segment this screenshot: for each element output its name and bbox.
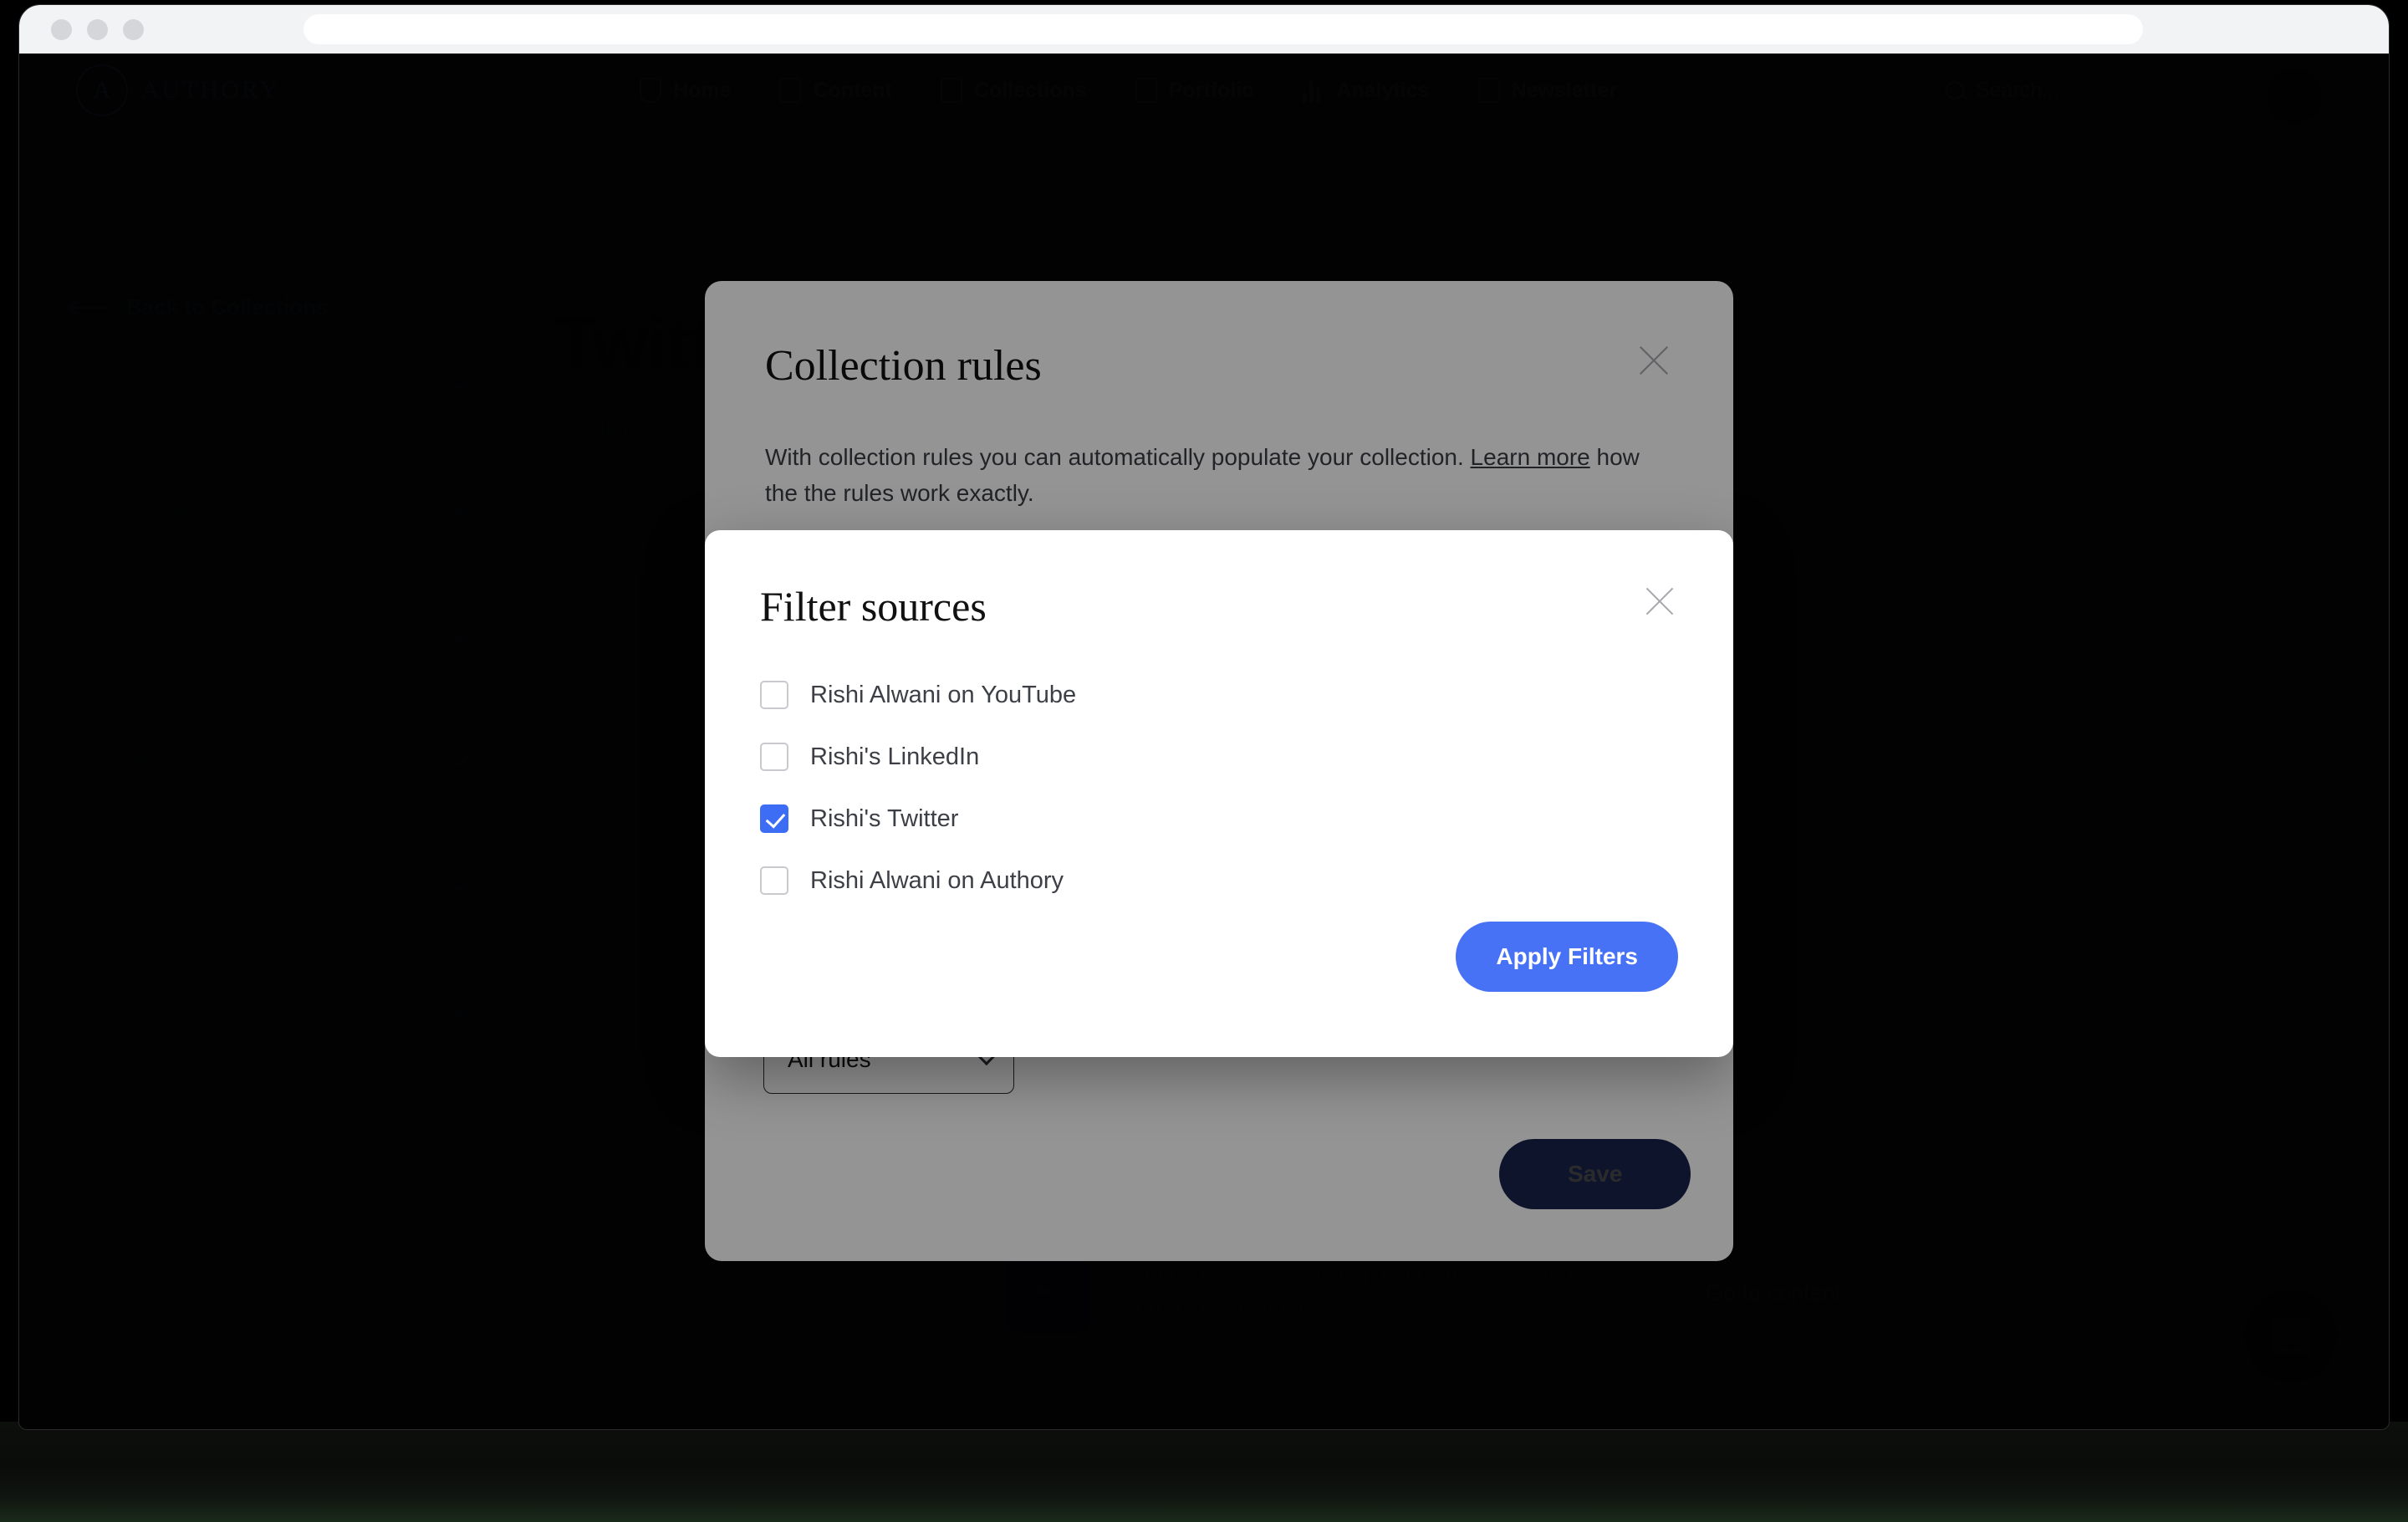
url-bar[interactable] [304,14,2143,44]
maximize-window-dot[interactable] [123,18,144,40]
filter-source-row-youtube[interactable]: Rishi Alwani on YouTube [760,664,1596,726]
filter-source-label: Rishi's LinkedIn [810,743,980,770]
laptop-device: A AUTHORY Home Content Collections [0,0,2408,1522]
filter-source-row-linkedin[interactable]: Rishi's LinkedIn [760,726,1596,788]
filter-sources-title: Filter sources [760,583,987,630]
close-icon[interactable] [1641,583,1678,620]
apply-filters-button[interactable]: Apply Filters [1456,922,1678,992]
minimize-window-dot[interactable] [87,18,108,40]
filter-source-row-twitter[interactable]: Rishi's Twitter [760,788,1596,850]
filter-source-label: Rishi Alwani on YouTube [810,681,1077,708]
browser-chrome [19,5,2389,54]
checkbox-authory[interactable] [760,866,788,895]
filter-sources-dialog: Filter sources Rishi Alwani on YouTube R… [705,530,1733,1057]
filter-source-row-authory[interactable]: Rishi Alwani on Authory [760,850,1596,912]
app-viewport: A AUTHORY Home Content Collections [19,54,2389,1429]
filter-source-label: Rishi's Twitter [810,804,959,832]
close-window-dot[interactable] [51,18,72,40]
traffic-lights [51,18,144,40]
checkbox-linkedin[interactable] [760,743,788,771]
checkbox-youtube[interactable] [760,681,788,709]
laptop-base [0,1422,2408,1522]
filter-sources-list: Rishi Alwani on YouTube Rishi's LinkedIn… [760,664,1596,912]
checkbox-twitter[interactable] [760,804,788,833]
filter-source-label: Rishi Alwani on Authory [810,866,1064,894]
browser-window: A AUTHORY Home Content Collections [18,4,2390,1430]
